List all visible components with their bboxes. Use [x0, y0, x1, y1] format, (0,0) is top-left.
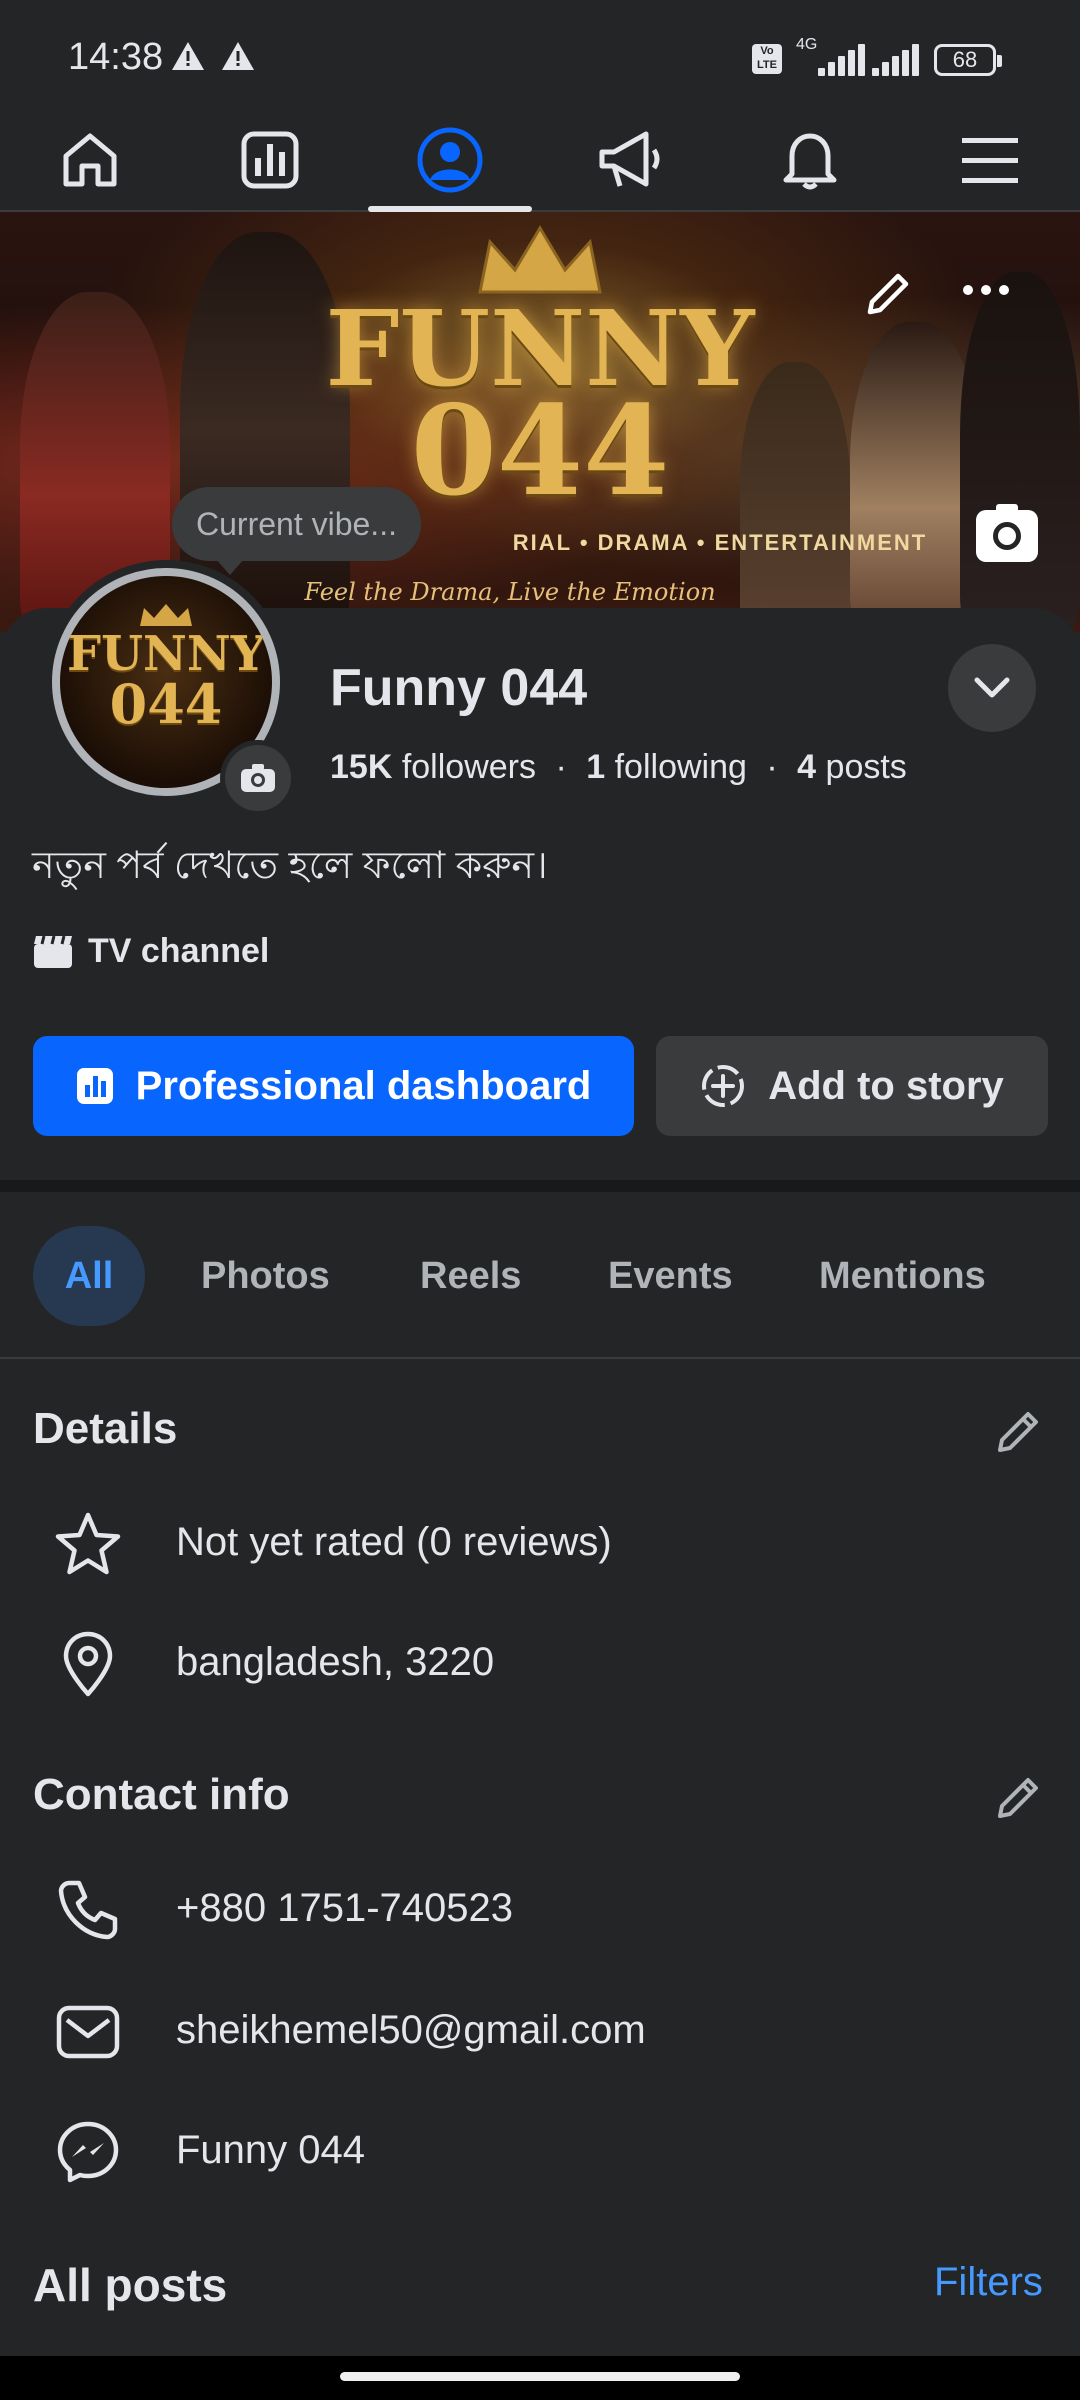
camera-icon	[241, 764, 275, 792]
following-count: 1	[586, 748, 606, 786]
nav-dashboard[interactable]	[180, 110, 360, 210]
messenger-name[interactable]: Funny 044	[176, 2128, 365, 2173]
dashboard-icon	[76, 1068, 113, 1104]
profile-bio: নতুন পর্ব দেখতে হলে ফলো করুন।	[32, 845, 548, 887]
edit-cover-icon[interactable]	[862, 268, 914, 320]
tab-mentions[interactable]: Mentions	[819, 1226, 986, 1326]
followers-label: followers	[401, 748, 536, 786]
home-indicator[interactable]	[340, 2372, 740, 2381]
avatar-camera-button[interactable]	[220, 740, 296, 816]
tab-events[interactable]: Events	[608, 1226, 733, 1326]
cover-subtitle: RIAL • DRAMA • ENTERTAINMENT	[512, 530, 928, 555]
tab-all[interactable]: All	[33, 1226, 145, 1326]
bell-icon	[783, 133, 837, 190]
email-icon	[52, 1996, 124, 2068]
add-story-icon	[702, 1065, 745, 1107]
tab-reels[interactable]: Reels	[420, 1226, 521, 1326]
phone-icon	[52, 1874, 124, 1946]
followers-count: 15K	[330, 748, 393, 786]
messenger-icon	[52, 2116, 124, 2188]
clapperboard-icon	[34, 935, 72, 968]
nav-notifications[interactable]	[720, 110, 900, 210]
more-options-icon[interactable]	[962, 282, 1010, 298]
posts-label: posts	[825, 748, 907, 786]
warning-icon	[172, 42, 204, 70]
profile-stats: 15K followers · 1 following · 4 posts	[330, 748, 907, 787]
stat-separator: ·	[766, 748, 778, 786]
contact-info-heading: Contact info	[33, 1770, 290, 1819]
current-vibe-bubble[interactable]: Current vibe...	[172, 487, 421, 575]
profile-icon	[417, 127, 483, 193]
tab-photos[interactable]: Photos	[201, 1226, 330, 1326]
rating-text[interactable]: Not yet rated (0 reviews)	[176, 1520, 612, 1565]
avatar-number: 044	[109, 672, 223, 736]
star-icon	[52, 1508, 124, 1580]
filters-button[interactable]: Filters	[934, 2260, 1043, 2305]
all-posts-heading: All posts	[33, 2259, 228, 2311]
status-bar: 14:38 Vo LTE 4G 68	[0, 0, 1080, 110]
cover-camera-icon[interactable]	[976, 504, 1038, 562]
profile-category: TV channel	[32, 932, 269, 971]
add-to-story-label: Add to story	[768, 1063, 1004, 1108]
home-icon	[63, 133, 117, 187]
network-type: 4G	[796, 36, 818, 53]
nav-menu[interactable]	[900, 110, 1080, 210]
expand-profile-button[interactable]	[948, 644, 1036, 732]
profile-name: Funny 044	[330, 659, 588, 717]
details-heading: Details	[33, 1404, 178, 1453]
professional-dashboard-button[interactable]: Professional dashboard	[33, 1036, 634, 1136]
category-label: TV channel	[88, 932, 270, 970]
nav-profile[interactable]	[360, 110, 540, 210]
signal-icon	[818, 44, 865, 76]
section-divider	[0, 1180, 1080, 1192]
followers-stat[interactable]: 15K followers	[330, 748, 536, 786]
battery-icon: 68	[934, 44, 1002, 76]
status-time: 14:38	[68, 36, 164, 78]
phone-number[interactable]: +880 1751-740523	[176, 1886, 513, 1931]
location-text[interactable]: bangladesh, 3220	[176, 1640, 494, 1685]
edit-contact-icon[interactable]	[992, 1772, 1044, 1824]
edit-details-icon[interactable]	[992, 1406, 1044, 1458]
bar-chart-icon	[241, 131, 299, 189]
tabs-divider	[0, 1357, 1080, 1359]
posts-stat[interactable]: 4 posts	[797, 748, 907, 786]
location-pin-icon	[52, 1628, 124, 1700]
megaphone-icon	[599, 131, 660, 187]
volte-icon: Vo LTE	[752, 44, 782, 74]
nav-home[interactable]	[0, 110, 180, 210]
add-to-story-button[interactable]: Add to story	[656, 1036, 1048, 1136]
stat-separator: ·	[555, 748, 567, 786]
hamburger-menu-icon	[962, 138, 1018, 183]
warning-icon	[222, 42, 254, 70]
cover-title-number: 044	[410, 379, 670, 524]
nav-ads[interactable]	[540, 110, 720, 210]
email-address[interactable]: sheikhemel50@gmail.com	[176, 2008, 646, 2053]
signal-icon	[872, 44, 920, 76]
following-label: following	[614, 748, 747, 786]
professional-dashboard-label: Professional dashboard	[135, 1063, 592, 1108]
posts-count: 4	[797, 748, 817, 786]
chevron-down-icon	[974, 677, 1010, 698]
top-nav	[0, 110, 1080, 212]
following-stat[interactable]: 1 following	[586, 748, 747, 786]
